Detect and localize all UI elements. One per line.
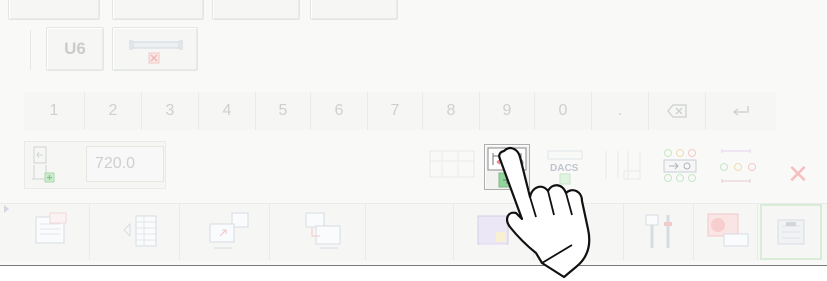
table-view-button[interactable]	[90, 204, 180, 260]
export-button[interactable]	[180, 204, 270, 260]
u6-label: U6	[64, 39, 86, 58]
node-arrows-icon	[663, 149, 697, 182]
key-enter[interactable]	[706, 92, 776, 130]
key-9[interactable]: 9	[480, 92, 535, 130]
columns-icon	[605, 151, 641, 180]
tooling-button[interactable]	[624, 204, 694, 260]
key-8[interactable]: 8	[423, 92, 480, 130]
top-button-3[interactable]	[212, 0, 300, 20]
backspace-icon	[667, 104, 687, 118]
import-icon	[305, 212, 341, 249]
key-4[interactable]: 4	[199, 92, 256, 130]
program-list-icon	[35, 212, 67, 244]
key-2[interactable]: 2	[85, 92, 142, 130]
empty-toolbar-slot	[366, 204, 454, 260]
top-button-1[interactable]	[8, 0, 100, 20]
emergency-button[interactable]	[694, 204, 758, 260]
tool-slot-icon	[129, 40, 183, 64]
close-button[interactable]: ✕	[776, 154, 820, 194]
export-icon	[209, 212, 249, 249]
axis-select-button[interactable]	[28, 143, 56, 187]
top-button-4[interactable]	[310, 0, 398, 20]
u6-button[interactable]: U6	[46, 27, 104, 71]
value-field[interactable]: 720.0	[86, 146, 164, 182]
divider	[30, 30, 34, 70]
table-view-icon	[123, 215, 157, 247]
key-decimal[interactable]: .	[592, 92, 649, 130]
control-panel: U6 1 2 3 4 5 6 7 8 9 0 . 720.0 DACS ✕	[0, 0, 827, 266]
hand-pointer-icon	[486, 145, 596, 281]
key-backspace[interactable]	[649, 92, 706, 130]
tool-button-f[interactable]	[710, 141, 766, 189]
tool-slot-button[interactable]	[112, 27, 198, 71]
tooling-icon	[645, 214, 672, 248]
tool-button-d[interactable]	[596, 141, 650, 189]
spacing-icon	[720, 149, 756, 183]
enter-arrow-icon	[732, 106, 749, 116]
key-0[interactable]: 0	[535, 92, 592, 130]
key-6[interactable]: 6	[311, 92, 368, 130]
printer-icon	[777, 219, 805, 245]
grid-tool-icon	[429, 150, 475, 178]
key-3[interactable]: 3	[142, 92, 199, 130]
key-1[interactable]: 1	[24, 92, 85, 130]
tool-button-a[interactable]	[424, 141, 480, 189]
print-button[interactable]	[760, 204, 822, 260]
key-5[interactable]: 5	[256, 92, 311, 130]
top-button-2[interactable]	[112, 0, 204, 20]
program-list-button[interactable]	[10, 204, 90, 260]
close-icon: ✕	[787, 158, 809, 189]
tool-button-e[interactable]	[654, 141, 706, 189]
axis-icon	[32, 146, 55, 183]
import-button[interactable]	[270, 204, 366, 260]
emergency-stop-icon	[707, 213, 749, 247]
key-7[interactable]: 7	[368, 92, 423, 130]
